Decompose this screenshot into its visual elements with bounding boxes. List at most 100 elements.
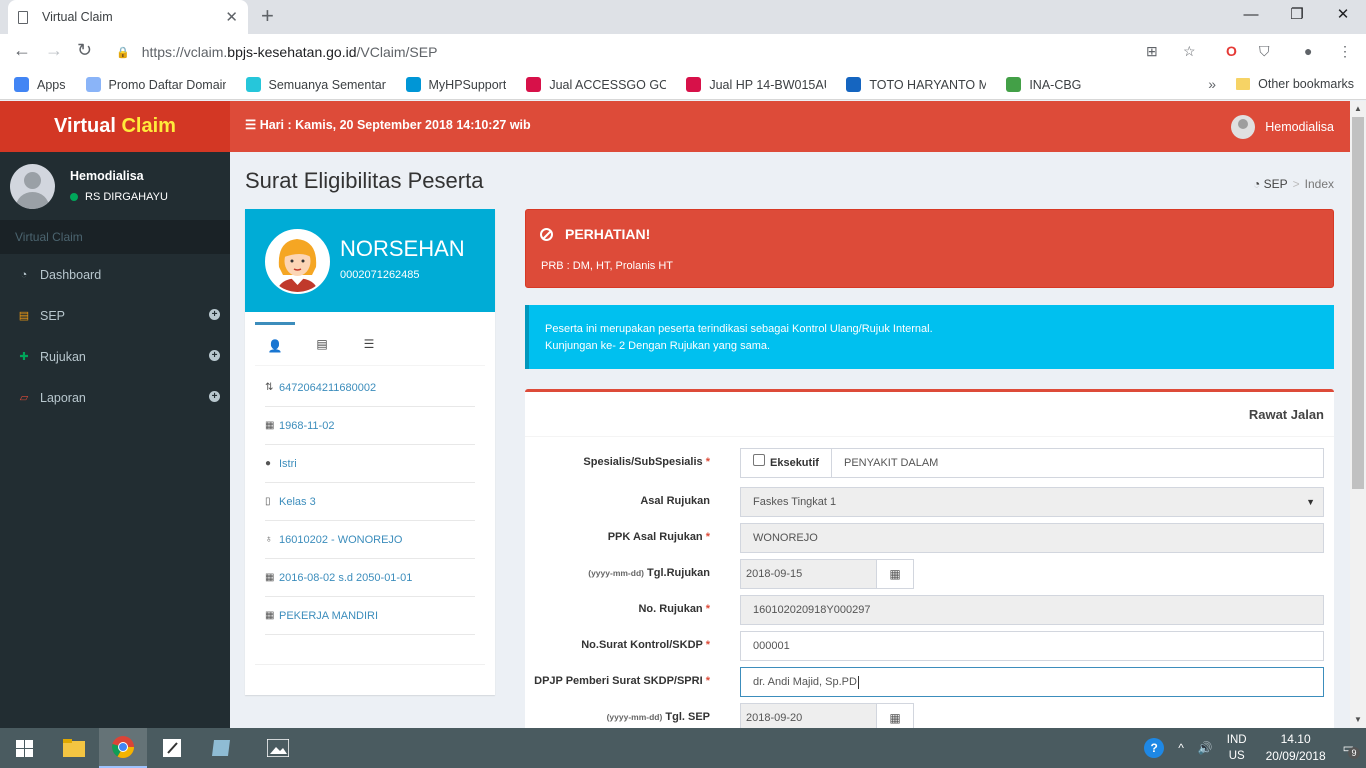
tgl-sep-input[interactable]: 2018-09-20 [740, 703, 877, 728]
user-menu[interactable]: Hemodialisa [1231, 115, 1334, 139]
sidebar-item-dashboard[interactable]: ◔ Dashboard [0, 254, 230, 295]
opera-extension-icon[interactable]: O [1226, 43, 1237, 59]
skdp-label: No.Surat Kontrol/SKDP [581, 639, 703, 651]
scroll-thumb[interactable] [1352, 117, 1364, 489]
book-icon: ▤ [18, 310, 30, 322]
circle-icon [245, 77, 261, 92]
bookmark-item[interactable]: Promo Daftar Domain [85, 77, 226, 92]
clock-date: 20/09/2018 [1265, 749, 1326, 763]
restore-icon[interactable]: ❐ [1274, 0, 1320, 32]
date-format-hint: (yyyy-mm-dd) [588, 568, 644, 578]
more-bookmarks-icon[interactable]: » [1208, 76, 1216, 92]
list-item[interactable]: ♁ 16010202 - WONOREJO [265, 521, 475, 559]
bookmark-item[interactable]: Semuanya Sementara [245, 77, 386, 92]
ppk-input[interactable]: WONOREJO [740, 523, 1324, 553]
minimize-icon[interactable]: — [1228, 0, 1274, 32]
sidebar-item-laporan[interactable]: ▱ Laporan + [0, 377, 230, 418]
forward-icon[interactable]: → [45, 40, 63, 61]
menu-icon[interactable]: ⋮ [1338, 43, 1352, 60]
address-toolbar: ← → ↻ 🔒 https://vclaim.bpjs-kesehatan.go… [0, 34, 1366, 70]
shield-extension-icon[interactable]: ⛉ [1259, 43, 1270, 60]
expand-plus-icon[interactable]: + [209, 309, 220, 320]
bookmark-item[interactable]: Apps [14, 77, 66, 92]
bookmark-item[interactable]: INA-CBG [1006, 77, 1081, 92]
document-icon [18, 10, 28, 24]
dashboard-icon: ◔ [1253, 177, 1261, 191]
lang-bottom: US [1228, 750, 1245, 762]
file-explorer-icon[interactable] [50, 728, 98, 768]
stethoscope-icon: ♁ [265, 534, 273, 545]
lang-top: IND [1226, 734, 1247, 746]
tab-list[interactable]: ☰ [349, 322, 389, 366]
required-mark: * [705, 456, 710, 468]
calendar-icon[interactable]: ▦ [876, 703, 914, 728]
app-logo[interactable]: Virtual Claim [0, 101, 230, 152]
sidebar-item-sep[interactable]: ▤ SEP + [0, 295, 230, 336]
sidebar-item-rujukan[interactable]: ✚ Rujukan + [0, 336, 230, 377]
close-window-icon[interactable]: ✕ [1320, 0, 1366, 32]
spesialis-input[interactable]: PENYAKIT DALAM [831, 448, 1324, 478]
scroll-up-icon[interactable]: ▲ [1350, 101, 1366, 117]
sidebar-status-text: RS DIRGAHAYU [85, 191, 168, 203]
reload-icon[interactable]: ↻ [77, 40, 92, 61]
bookmark-item[interactable]: Jual ACCESSGO GOTU [526, 77, 666, 92]
row-no-rujukan: No. Rujukan * 160102020918Y000297 [525, 595, 1334, 625]
app-icon[interactable] [197, 728, 245, 768]
sticky-notes-icon[interactable] [148, 728, 196, 768]
tab-user[interactable]: 👤 [255, 322, 295, 366]
new-tab-icon[interactable]: + [261, 4, 274, 28]
chrome-icon[interactable] [99, 728, 147, 768]
breadcrumb-sep[interactable]: SEP [1264, 177, 1288, 191]
clock[interactable]: 14.10 20/09/2018 [1266, 731, 1326, 765]
calendar-icon[interactable]: ▦ [876, 559, 914, 589]
expand-plus-icon[interactable]: + [209, 350, 220, 361]
list-item[interactable]: ▦ PEKERJA MANDIRI [265, 597, 475, 635]
no-rujukan-input[interactable]: 160102020918Y000297 [740, 595, 1324, 625]
start-button[interactable] [0, 728, 48, 768]
bookmark-item[interactable]: TOTO HARYANTO Mu [846, 77, 986, 92]
translate-icon[interactable]: ⊞ [1146, 43, 1158, 60]
hamburger-icon[interactable]: ☰ [245, 118, 256, 132]
photos-icon[interactable] [254, 728, 302, 768]
browser-tab[interactable]: Virtual Claim ✕ [8, 0, 248, 34]
alert-title: PERHATIAN! [565, 226, 651, 242]
bookmark-item[interactable]: Jual HP 14-BW015AU [686, 77, 826, 92]
list-item[interactable]: ▯ Kelas 3 [265, 483, 475, 521]
bookmark-star-icon[interactable]: ☆ [1183, 43, 1196, 60]
bookmark-label: Semuanya Sementara [268, 77, 386, 92]
bookmark-label: Jual HP 14-BW015AU [709, 77, 827, 92]
notifications-icon[interactable]: ▭ 9 [1343, 741, 1360, 759]
back-icon[interactable]: ← [13, 40, 31, 61]
asal-rujukan-select[interactable]: Faskes Tingkat 1 ▼ [740, 487, 1324, 517]
page-scrollbar[interactable]: ▲ ▼ [1350, 101, 1366, 728]
language-indicator[interactable]: IND US [1227, 732, 1247, 764]
tgl-rujukan-input[interactable]: 2018-09-15 [740, 559, 877, 589]
user-icon: 👤 [267, 338, 283, 353]
bookmark-item[interactable]: MyHPSupport [405, 77, 506, 92]
url-bar[interactable]: 🔒 https://vclaim.bpjs-kesehatan.go.id/VC… [108, 38, 1208, 66]
expand-plus-icon[interactable]: + [209, 391, 220, 402]
app-window: Virtual Claim ☰ Hari : Kamis, 20 Septemb… [0, 101, 1350, 728]
tab-document[interactable]: ▤ [302, 322, 342, 366]
skdp-input[interactable]: 000001 [740, 631, 1324, 661]
clipboard-icon: ▯ [265, 496, 271, 507]
volume-icon[interactable]: 🔊 [1198, 741, 1213, 755]
eksekutif-checkbox-group[interactable]: Eksekutif [740, 448, 832, 478]
flower-icon [1006, 77, 1022, 92]
dropdown-arrow-icon: ▼ [1306, 497, 1315, 507]
eksekutif-checkbox[interactable] [753, 454, 765, 466]
list-item[interactable]: ▦ 2016-08-02 s.d 2050-01-01 [265, 559, 475, 597]
show-hidden-icon[interactable]: ^ [1178, 741, 1184, 755]
help-icon[interactable]: ? [1144, 738, 1165, 758]
dpjp-input[interactable]: dr. Andi Majid, Sp.PD [740, 667, 1324, 697]
asal-rujukan-value: Faskes Tingkat 1 [753, 496, 837, 508]
other-bookmarks[interactable]: Other bookmarks [1236, 77, 1354, 91]
list-item[interactable]: ● Istri [265, 445, 475, 483]
close-tab-icon[interactable]: ✕ [225, 8, 238, 26]
list-item[interactable]: ▦ 1968-11-02 [265, 407, 475, 445]
bookmark-label: Jual ACCESSGO GOTU [549, 77, 667, 92]
profile-icon[interactable]: ● [1304, 43, 1312, 59]
sidebar-menu: ◔ Dashboard ▤ SEP + ✚ Rujukan + ▱ Laporan + [0, 254, 230, 418]
list-item[interactable]: ⇅ 6472064211680002 [265, 369, 475, 407]
scroll-down-icon[interactable]: ▼ [1350, 712, 1366, 728]
